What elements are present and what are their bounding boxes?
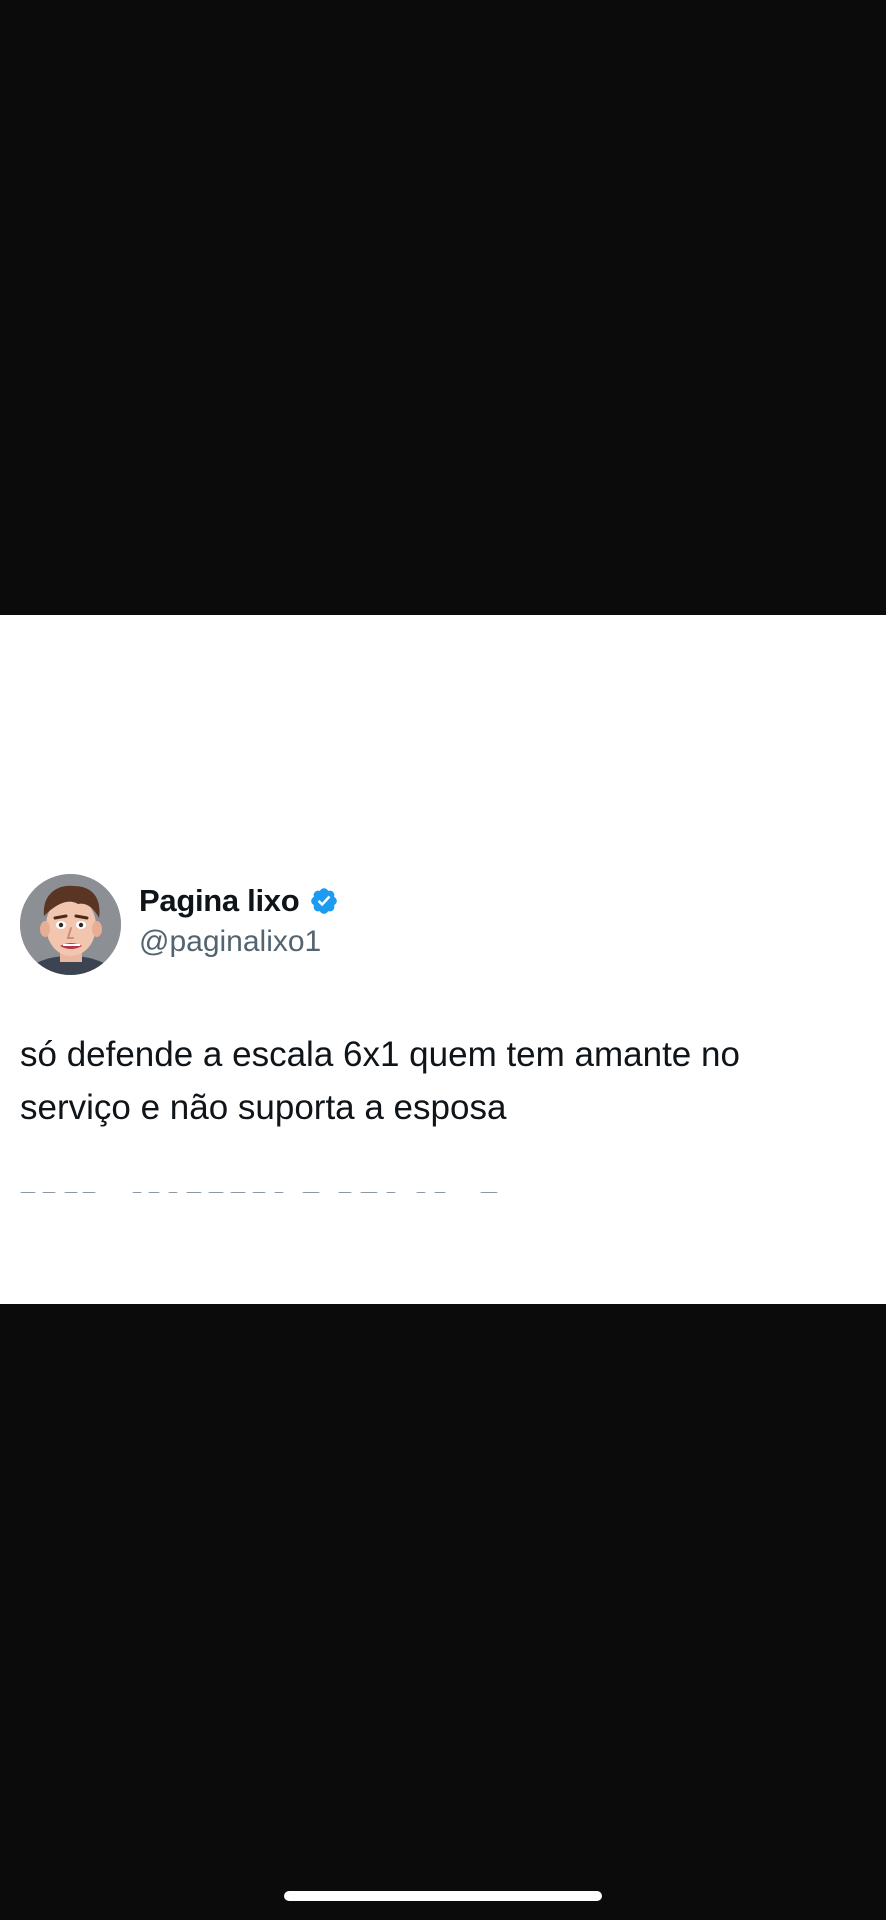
timestamp-row-cropped — [20, 1173, 500, 1193]
avatar[interactable] — [20, 874, 121, 975]
display-name[interactable]: Pagina lixo — [139, 883, 300, 919]
cropped-metadata-strip — [20, 1192, 498, 1193]
verified-badge-icon — [309, 886, 339, 916]
screen: Pagina lixo @paginalixo1 só defende a es… — [0, 0, 886, 1920]
home-indicator[interactable] — [284, 1891, 602, 1901]
author-name-row[interactable]: Pagina lixo — [139, 881, 339, 921]
user-handle[interactable]: @paginalixo1 — [139, 925, 321, 959]
cartoon-face-avatar-icon — [20, 874, 121, 975]
tweet-card: Pagina lixo @paginalixo1 só defende a es… — [0, 615, 886, 1304]
tweet-text: só defende a escala 6x1 quem tem amante … — [20, 1035, 740, 1127]
